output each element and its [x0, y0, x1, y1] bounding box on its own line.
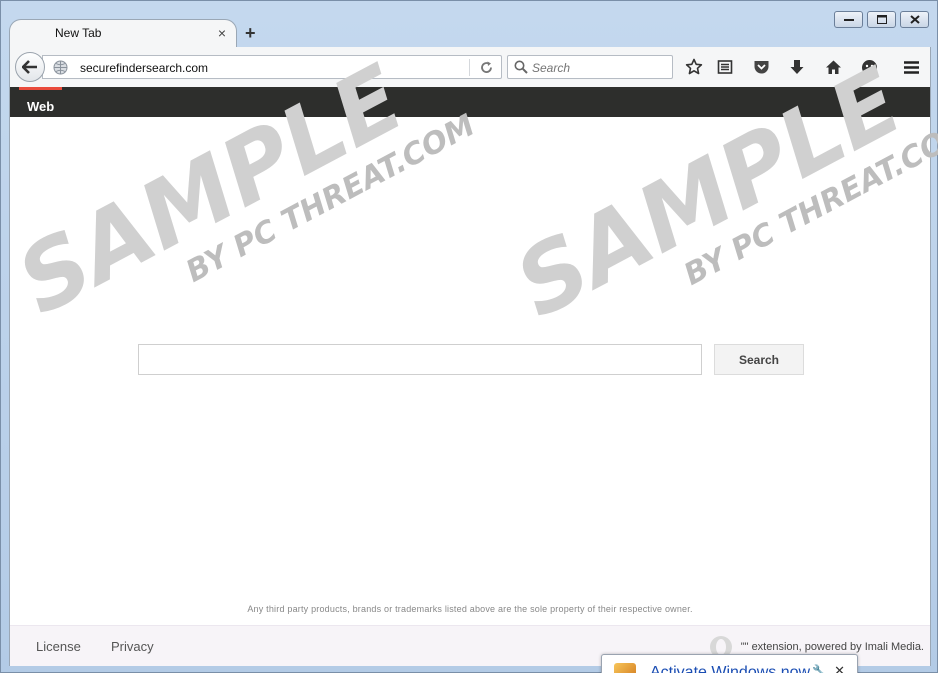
url-text: securefindersearch.com	[80, 61, 209, 75]
search-bar[interactable]	[507, 55, 673, 79]
windows-activation-icon	[614, 663, 636, 673]
bookmark-star-button[interactable]	[684, 57, 704, 77]
search-icon	[514, 60, 528, 74]
page-content: Web Search Any third party products, bra…	[9, 87, 931, 666]
window-controls	[834, 11, 929, 28]
back-button[interactable]	[15, 52, 45, 82]
activate-windows-text: Activate Windows now	[650, 664, 811, 673]
activate-windows-popup[interactable]: Activate Windows now 🔧 ✕	[601, 654, 858, 673]
pocket-button[interactable]	[751, 57, 771, 77]
search-button[interactable]: Search	[714, 344, 804, 375]
minimize-icon	[843, 18, 854, 21]
new-tab-button[interactable]: +	[245, 23, 256, 44]
back-arrow-icon	[22, 60, 37, 74]
bookmark-star-icon	[685, 58, 703, 75]
powered-by-text: "" extension, powered by Imali Media.	[740, 641, 924, 653]
tab-close-icon[interactable]: ×	[218, 25, 226, 41]
url-bar[interactable]: securefindersearch.com	[42, 55, 502, 79]
download-button[interactable]	[787, 57, 807, 77]
top-nav-bar: Web	[10, 87, 930, 117]
home-button[interactable]	[823, 57, 843, 77]
main-search-box[interactable]	[138, 344, 702, 375]
globe-icon	[53, 60, 68, 75]
close-icon	[909, 15, 920, 24]
tab-title: New Tab	[55, 26, 102, 40]
restore-button[interactable]	[867, 11, 896, 28]
menu-button[interactable]	[901, 57, 921, 77]
tab-new-tab[interactable]: New Tab ×	[9, 19, 237, 47]
smiley-icon	[861, 59, 877, 75]
restore-icon	[876, 15, 887, 24]
url-separator	[469, 59, 470, 76]
reading-list-icon	[717, 60, 733, 74]
disclaimer-text: Any third party products, brands or trad…	[247, 604, 693, 614]
navigation-toolbar: securefindersearch.com	[9, 47, 931, 87]
smiley-button[interactable]	[859, 57, 879, 77]
home-icon	[825, 60, 841, 74]
popup-close-icon[interactable]: ✕	[834, 663, 845, 673]
nav-tab-web[interactable]: Web	[19, 87, 63, 117]
main-search-input[interactable]	[139, 345, 701, 374]
search-input[interactable]	[532, 59, 668, 76]
minimize-button[interactable]	[834, 11, 863, 28]
pocket-icon	[754, 61, 768, 74]
reload-icon[interactable]	[479, 60, 494, 75]
menu-icon	[903, 60, 919, 74]
close-window-button[interactable]	[900, 11, 929, 28]
download-icon	[790, 59, 804, 74]
wrench-icon[interactable]: 🔧	[812, 664, 827, 673]
reading-list-button[interactable]	[715, 57, 735, 77]
license-link[interactable]: License	[36, 639, 81, 654]
privacy-link[interactable]: Privacy	[111, 639, 154, 654]
browser-window: New Tab × + securefindersearch.com Searc…	[0, 0, 938, 673]
